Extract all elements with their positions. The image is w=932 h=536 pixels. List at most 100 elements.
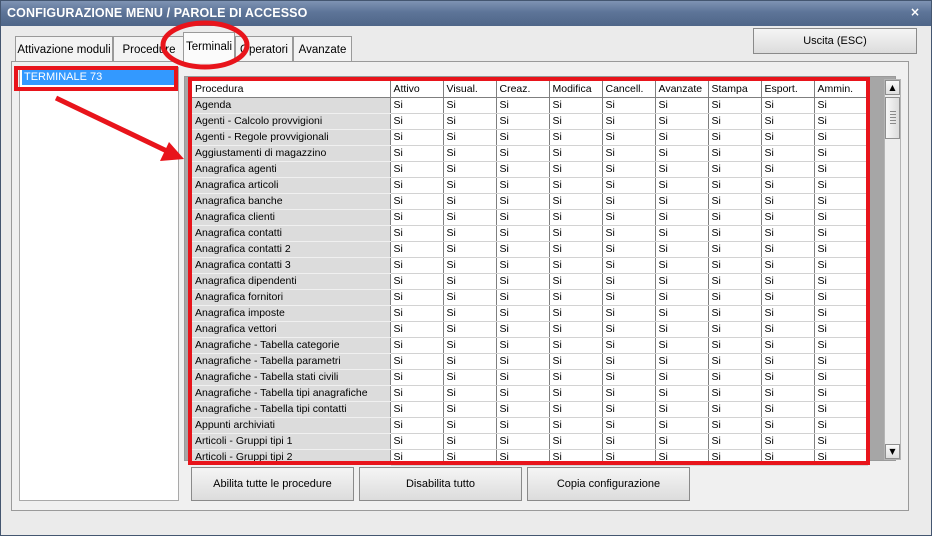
permission-cell[interactable]: Si <box>602 369 656 386</box>
permission-cell[interactable]: Si <box>761 385 815 402</box>
permission-cell[interactable]: Si <box>496 369 550 386</box>
permission-cell[interactable]: Si <box>443 97 497 114</box>
terminal-list[interactable]: TERMINALE 73 <box>19 67 179 501</box>
permission-cell[interactable]: Si <box>761 353 815 370</box>
permission-cell[interactable]: Si <box>814 289 868 306</box>
table-row[interactable]: Articoli - Gruppi tipi 1 Si Si Si Si Si Si Si Si… <box>192 433 868 450</box>
permission-cell[interactable]: Si <box>443 209 497 226</box>
permission-cell[interactable]: Si <box>443 193 497 210</box>
permission-cell[interactable]: Si <box>761 145 815 162</box>
permission-cell[interactable]: Si <box>708 209 762 226</box>
permission-cell[interactable]: Si <box>496 337 550 354</box>
permission-cell[interactable]: Si <box>814 113 868 130</box>
procedure-cell[interactable]: Anagrafica fornitori <box>192 289 391 306</box>
permission-cell[interactable]: Si <box>443 353 497 370</box>
permission-cell[interactable]: Si <box>655 305 709 322</box>
permission-cell[interactable]: Si <box>549 177 603 194</box>
tab-operatori[interactable]: Operatori <box>235 36 293 62</box>
procedure-cell[interactable]: Anagrafica dipendenti <box>192 273 391 290</box>
permission-cell[interactable]: Si <box>443 337 497 354</box>
permission-cell[interactable]: Si <box>708 449 762 466</box>
permission-cell[interactable]: Si <box>761 369 815 386</box>
permission-cell[interactable]: Si <box>602 273 656 290</box>
permission-cell[interactable]: Si <box>814 417 868 434</box>
column-header-procedura[interactable]: Procedura <box>192 81 391 98</box>
permission-cell[interactable]: Si <box>761 161 815 178</box>
procedure-cell[interactable]: Anagrafica agenti <box>192 161 391 178</box>
table-row[interactable]: Agenda Si Si Si Si Si Si Si Si Si <box>192 97 868 114</box>
permission-cell[interactable]: Si <box>496 289 550 306</box>
permission-cell[interactable]: Si <box>708 417 762 434</box>
permission-cell[interactable]: Si <box>602 353 656 370</box>
permission-cell[interactable]: Si <box>496 241 550 258</box>
permission-cell[interactable]: Si <box>549 433 603 450</box>
permission-cell[interactable]: Si <box>443 225 497 242</box>
permission-cell[interactable]: Si <box>655 353 709 370</box>
permission-cell[interactable]: Si <box>390 273 444 290</box>
table-row[interactable]: Anagrafiche - Tabella parametri Si Si Si Si S… <box>192 353 868 370</box>
tab-avanzate[interactable]: Avanzate <box>293 36 352 62</box>
tab-attivazione-moduli[interactable]: Attivazione moduli <box>15 36 113 62</box>
permission-cell[interactable]: Si <box>549 353 603 370</box>
permission-cell[interactable]: Si <box>602 193 656 210</box>
permission-cell[interactable]: Si <box>443 305 497 322</box>
procedure-cell[interactable]: Anagrafica imposte <box>192 305 391 322</box>
permission-cell[interactable]: Si <box>496 257 550 274</box>
close-icon[interactable]: × <box>907 4 923 20</box>
permission-cell[interactable]: Si <box>443 433 497 450</box>
procedure-cell[interactable]: Anagrafica contatti <box>192 225 391 242</box>
procedure-cell[interactable]: Anagrafica contatti 2 <box>192 241 391 258</box>
permission-cell[interactable]: Si <box>602 129 656 146</box>
terminal-item[interactable]: TERMINALE 73 <box>22 70 176 85</box>
permission-cell[interactable]: Si <box>390 417 444 434</box>
permission-cell[interactable]: Si <box>496 193 550 210</box>
permission-cell[interactable]: Si <box>602 145 656 162</box>
permission-cell[interactable]: Si <box>602 449 656 466</box>
table-row[interactable]: Anagrafica clienti Si Si Si Si Si Si Si Si Si <box>192 209 868 226</box>
procedure-cell[interactable]: Aggiustamenti di magazzino <box>192 145 391 162</box>
permission-cell[interactable]: Si <box>814 385 868 402</box>
permission-cell[interactable]: Si <box>814 209 868 226</box>
permission-cell[interactable]: Si <box>443 385 497 402</box>
permission-cell[interactable]: Si <box>443 273 497 290</box>
column-header-stampa[interactable]: Stampa <box>708 81 762 98</box>
column-header-visual[interactable]: Visual. <box>443 81 497 98</box>
permission-cell[interactable]: Si <box>602 289 656 306</box>
permission-cell[interactable]: Si <box>390 129 444 146</box>
column-header-esport[interactable]: Esport. <box>761 81 815 98</box>
permission-cell[interactable]: Si <box>655 433 709 450</box>
permission-cell[interactable]: Si <box>549 321 603 338</box>
permission-cell[interactable]: Si <box>655 145 709 162</box>
permission-cell[interactable]: Si <box>390 385 444 402</box>
column-header-creaz[interactable]: Creaz. <box>496 81 550 98</box>
permission-cell[interactable]: Si <box>814 337 868 354</box>
table-row[interactable]: Anagrafica contatti Si Si Si Si Si Si Si Si Si <box>192 225 868 242</box>
permission-cell[interactable]: Si <box>655 369 709 386</box>
permission-cell[interactable]: Si <box>655 161 709 178</box>
procedure-cell[interactable]: Anagrafica vettori <box>192 321 391 338</box>
permission-cell[interactable]: Si <box>814 225 868 242</box>
permission-cell[interactable]: Si <box>761 97 815 114</box>
permission-cell[interactable]: Si <box>496 401 550 418</box>
permission-cell[interactable]: Si <box>814 369 868 386</box>
permission-cell[interactable]: Si <box>761 417 815 434</box>
column-header-modifica[interactable]: Modifica <box>549 81 603 98</box>
permission-cell[interactable]: Si <box>443 401 497 418</box>
permission-cell[interactable]: Si <box>708 321 762 338</box>
permission-cell[interactable]: Si <box>708 401 762 418</box>
permission-cell[interactable]: Si <box>761 225 815 242</box>
table-row[interactable]: Anagrafica vettori Si Si Si Si Si Si Si Si Si <box>192 321 868 338</box>
permission-cell[interactable]: Si <box>496 305 550 322</box>
permission-cell[interactable]: Si <box>814 321 868 338</box>
column-header-ammin[interactable]: Ammin. <box>814 81 868 98</box>
permission-cell[interactable]: Si <box>602 241 656 258</box>
permission-cell[interactable]: Si <box>496 433 550 450</box>
permission-cell[interactable]: Si <box>390 353 444 370</box>
permission-cell[interactable]: Si <box>761 113 815 130</box>
table-row[interactable]: Anagrafiche - Tabella categorie Si Si Si Si S… <box>192 337 868 354</box>
permission-cell[interactable]: Si <box>761 433 815 450</box>
permission-cell[interactable]: Si <box>655 225 709 242</box>
permission-cell[interactable]: Si <box>761 241 815 258</box>
permission-cell[interactable]: Si <box>655 417 709 434</box>
permission-cell[interactable]: Si <box>549 273 603 290</box>
